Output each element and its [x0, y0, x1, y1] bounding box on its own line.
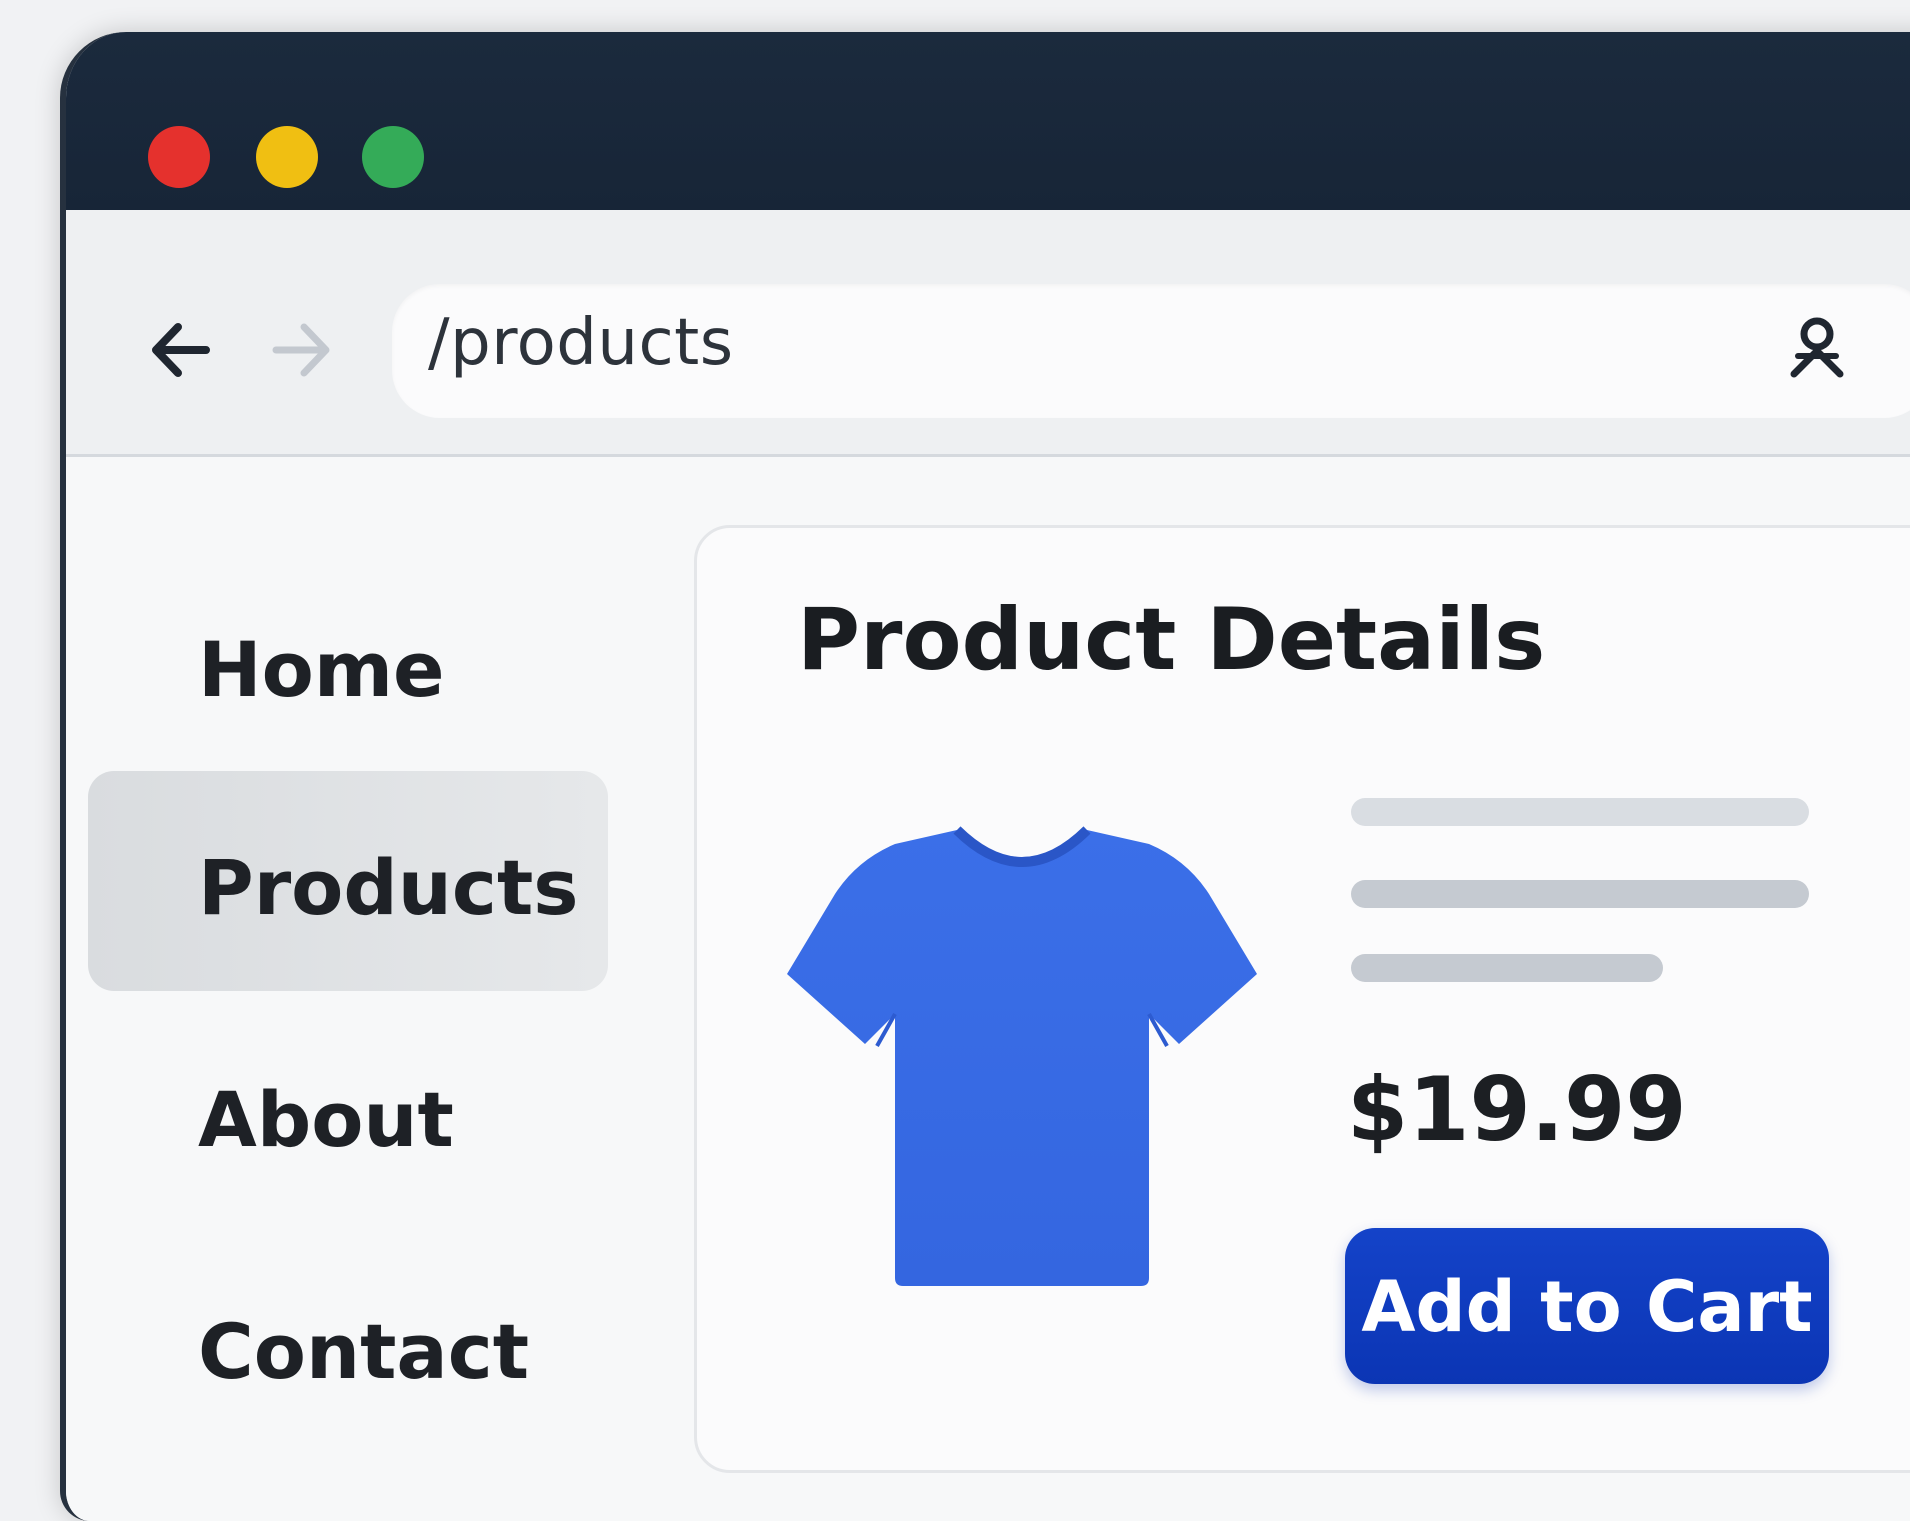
product-price: $19.99: [1347, 1058, 1687, 1161]
sidebar-item-label: Home: [198, 625, 445, 714]
user-profile-icon: [1790, 317, 1844, 378]
description-placeholder-line: [1351, 798, 1809, 826]
browser-toolbar: /products: [66, 210, 1910, 457]
maximize-window-button[interactable]: [362, 126, 424, 188]
browser-window: /products Home Products About Contact Pr…: [60, 32, 1910, 1521]
arrow-right-icon: [272, 323, 330, 377]
minimize-window-button[interactable]: [256, 126, 318, 188]
sidebar-item-label: About: [198, 1075, 454, 1164]
description-placeholder-line: [1351, 880, 1809, 908]
title-bar: [66, 32, 1910, 210]
url-text: /products: [428, 306, 734, 380]
back-button[interactable]: [136, 305, 226, 395]
forward-button[interactable]: [256, 305, 346, 395]
page-content: Home Products About Contact Product Deta…: [66, 457, 1910, 1521]
sidebar-item-home[interactable]: Home: [88, 553, 608, 773]
sidebar-item-products[interactable]: Products: [88, 771, 608, 991]
close-window-button[interactable]: [148, 126, 210, 188]
sidebar-item-about[interactable]: About: [88, 1003, 608, 1223]
sidebar-item-contact[interactable]: Contact: [88, 1235, 608, 1455]
page-title: Product Details: [797, 590, 1546, 690]
product-card: Product Details $19.99 Add to Cart: [694, 525, 1910, 1473]
sidebar-item-label: Products: [198, 843, 579, 932]
sidebar-item-label: Contact: [198, 1307, 530, 1396]
address-bar[interactable]: /products: [392, 284, 1910, 418]
add-to-cart-button[interactable]: Add to Cart: [1345, 1228, 1829, 1384]
product-image: [787, 824, 1257, 1286]
description-placeholder-line: [1351, 954, 1663, 982]
profile-button[interactable]: [1772, 304, 1862, 394]
tshirt-icon: [787, 826, 1257, 1286]
arrow-left-icon: [152, 323, 210, 377]
